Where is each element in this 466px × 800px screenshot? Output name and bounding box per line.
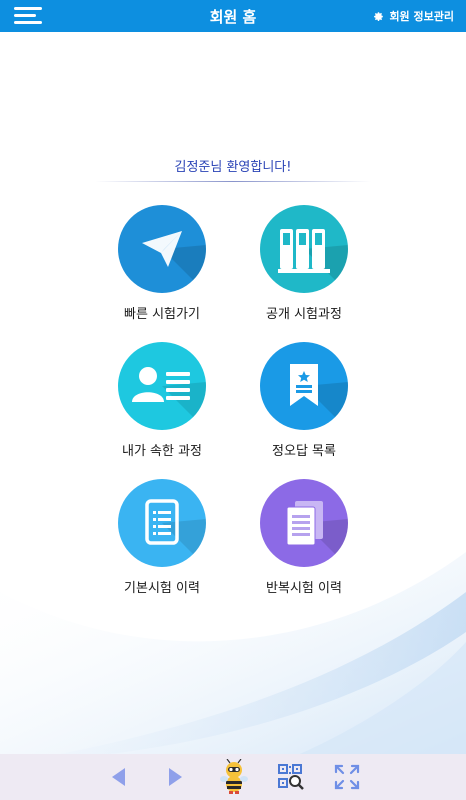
books-icon	[260, 205, 348, 293]
menu-label: 빠른 시험가기	[124, 307, 200, 322]
menu-label: 기본시험 이력	[124, 581, 200, 596]
qr-search-icon[interactable]	[276, 762, 306, 792]
gear-icon	[374, 11, 384, 21]
menu-answer-list[interactable]: 정오답 목록	[234, 342, 374, 462]
welcome-message: 김정준님 환영합니다!	[174, 160, 292, 175]
back-arrow-icon[interactable]	[104, 762, 134, 792]
menu-my-courses[interactable]: 내가 속한 과정	[92, 342, 232, 462]
user-card-icon	[118, 342, 206, 430]
forward-arrow-icon[interactable]	[160, 762, 190, 792]
menu-label: 반복시험 이력	[266, 581, 342, 596]
menu-public-courses[interactable]: 공개 시험과정	[234, 205, 374, 325]
member-settings-link[interactable]: 회원 정보관리	[373, 0, 454, 32]
menu-basic-exam-history[interactable]: 기본시험 이력	[92, 479, 232, 599]
document-icon	[118, 479, 206, 567]
menu-quick-exam[interactable]: 빠른 시험가기	[92, 205, 232, 325]
background-swoosh	[0, 552, 466, 754]
menu-repeat-exam-history[interactable]: 반복시험 이력	[234, 479, 374, 599]
bottom-toolbar	[0, 754, 466, 800]
mascot-bee-icon[interactable]	[218, 758, 250, 795]
menu-hamburger-icon[interactable]	[14, 7, 42, 25]
paper-plane-icon	[118, 205, 206, 293]
menu-label: 내가 속한 과정	[121, 444, 203, 459]
page-title: 회원 홈	[209, 7, 257, 26]
fullscreen-icon[interactable]	[332, 762, 362, 792]
divider	[95, 181, 371, 182]
menu-label: 공개 시험과정	[266, 307, 342, 322]
documents-stack-icon	[260, 479, 348, 567]
menu-label: 정오답 목록	[272, 444, 336, 459]
bookmark-icon	[260, 342, 348, 430]
settings-label: 회원 정보관리	[389, 10, 454, 23]
top-bar: 회원 홈 회원 정보관리	[0, 0, 466, 32]
